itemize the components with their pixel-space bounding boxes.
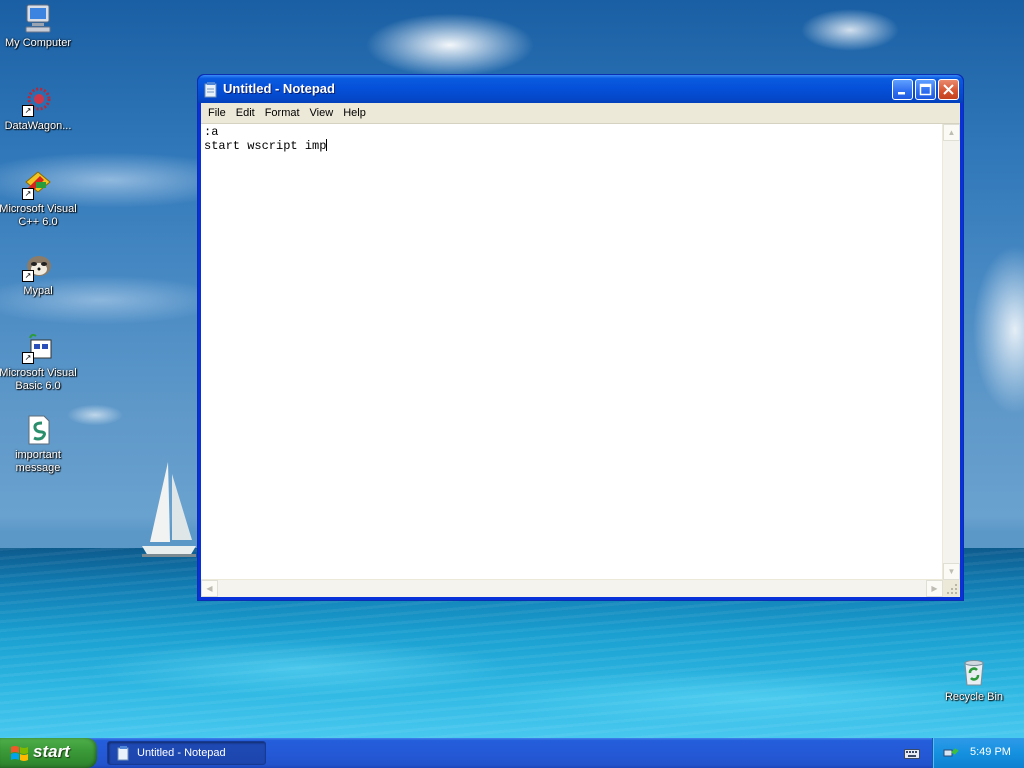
desktop-icon-label: Recycle Bin [944, 691, 1004, 703]
resize-grip-icon [947, 584, 957, 594]
notepad-icon [117, 746, 130, 764]
sailboat-image [142, 462, 196, 557]
network-icon[interactable] [943, 745, 959, 764]
menu-format[interactable]: Format [260, 103, 305, 123]
text-caret [326, 139, 328, 151]
desktop-icon-visual-cpp[interactable]: ↗ Microsoft Visual C++ 6.0 [0, 168, 78, 229]
desktop-icon-label: Microsoft Visual Basic 6.0 [0, 367, 77, 392]
horizontal-scrollbar[interactable]: ◀ ▶ [201, 579, 943, 597]
start-button[interactable]: start [0, 738, 97, 768]
menu-bar: File Edit Format View Help [201, 103, 960, 124]
system-tray: 5:49 PM [932, 738, 1024, 768]
start-label: start [33, 742, 70, 761]
resize-grip[interactable] [943, 580, 960, 597]
menu-help[interactable]: Help [338, 103, 371, 123]
clock[interactable]: 5:49 PM [970, 746, 1011, 758]
menu-file[interactable]: File [203, 103, 231, 123]
desktop-icon-my-computer[interactable]: My Computer [0, 2, 78, 50]
close-icon [943, 84, 954, 95]
desktop-icon-recycle-bin[interactable]: Recycle Bin [934, 656, 1014, 704]
maximize-button[interactable] [915, 79, 936, 100]
text-content[interactable]: :a start wscript imp [204, 126, 941, 578]
shortcut-arrow-icon: ↗ [22, 188, 34, 200]
desktop-icon-important-message[interactable]: important message [0, 414, 78, 475]
visual-cpp-icon: ↗ [22, 168, 54, 200]
notepad-icon [204, 82, 218, 101]
menu-edit[interactable]: Edit [231, 103, 260, 123]
taskbar: start Untitled - Notepad 5:49 PM [0, 738, 1024, 768]
desktop-icon-visual-basic[interactable]: ↗ Microsoft Visual Basic 6.0 [0, 332, 78, 393]
keyboard-icon[interactable] [904, 747, 920, 762]
vertical-scrollbar[interactable]: ▲ ▼ [942, 124, 960, 580]
recycle-bin-icon [958, 656, 990, 688]
desktop-icon-label: Microsoft Visual C++ 6.0 [0, 203, 77, 228]
shortcut-arrow-icon: ↗ [22, 105, 34, 117]
maximize-icon [919, 83, 932, 96]
close-button[interactable] [938, 79, 959, 100]
desktop-icon-label: DataWagon... [4, 120, 72, 132]
scroll-right-button[interactable]: ▶ [926, 580, 943, 597]
editor-text: :a start wscript imp [204, 125, 327, 153]
my-computer-icon [22, 2, 54, 34]
scroll-left-button[interactable]: ◀ [201, 580, 218, 597]
windows-logo-icon [10, 745, 30, 765]
text-editor[interactable]: :a start wscript imp ▲ ▼ ◀ ▶ [201, 124, 960, 597]
mypal-icon: ↗ [22, 250, 54, 282]
menu-view[interactable]: View [305, 103, 339, 123]
script-file-icon [22, 414, 54, 446]
window-title: Untitled - Notepad [223, 81, 335, 96]
desktop-icon-datawagon[interactable]: ↗ DataWagon... [0, 85, 78, 133]
desktop-icon-label: My Computer [4, 37, 72, 49]
desktop-icon-label: important message [15, 449, 61, 474]
shortcut-arrow-icon: ↗ [22, 270, 34, 282]
minimize-button[interactable] [892, 79, 913, 100]
taskbar-item-label: Untitled - Notepad [137, 747, 226, 759]
datawagon-icon: ↗ [22, 85, 54, 117]
window-titlebar[interactable]: Untitled - Notepad [198, 75, 963, 103]
taskbar-item-notepad[interactable]: Untitled - Notepad [107, 741, 266, 765]
desktop-icon-label: Mypal [23, 285, 53, 297]
scroll-down-button[interactable]: ▼ [943, 563, 960, 580]
desktop-icon-mypal[interactable]: ↗ Mypal [0, 250, 78, 298]
minimize-icon [898, 92, 905, 95]
notepad-window: Untitled - Notepad File Edit Format View Hel… [197, 74, 964, 601]
visual-basic-icon: ↗ [22, 332, 54, 364]
scroll-up-button[interactable]: ▲ [943, 124, 960, 141]
shortcut-arrow-icon: ↗ [22, 352, 34, 364]
